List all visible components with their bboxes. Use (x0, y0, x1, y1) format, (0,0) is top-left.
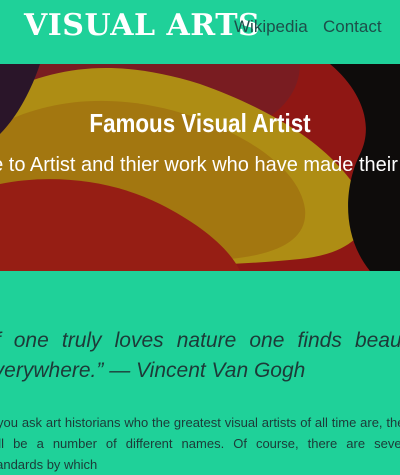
hero-title: Famous Visual Artist (89, 108, 311, 138)
site-logo[interactable]: VISUAL ARTS (24, 8, 260, 43)
top-navbar: VISUAL ARTS Wikipedia Contact (0, 0, 400, 64)
quote-text: “If one truly loves nature one finds bea… (0, 329, 400, 382)
nav-link-contact[interactable]: Contact (323, 17, 382, 37)
hero-subtitle: It was a tribute to Artist and thier wor… (0, 154, 400, 176)
intro-paragraph: If you ask art historians who the greate… (0, 415, 400, 472)
nav-link-wikipedia[interactable]: Wikipedia (234, 17, 308, 37)
hero-banner: Famous Visual Artist It was a tribute to… (0, 64, 400, 271)
